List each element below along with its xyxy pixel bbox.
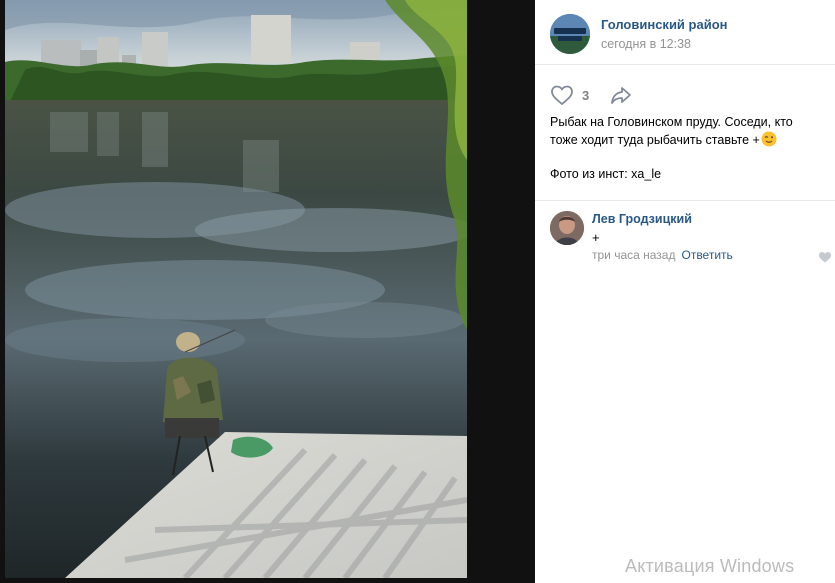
post-photo[interactable] <box>5 0 467 578</box>
like-count: 3 <box>582 87 590 103</box>
user-avatar-image <box>550 211 584 245</box>
small-heart-icon[interactable] <box>818 251 832 263</box>
post-date[interactable]: сегодня в 12:38 <box>601 37 691 51</box>
wink-emoji-icon <box>761 131 777 147</box>
comment-time[interactable]: три часа назад <box>592 248 675 262</box>
reply-button[interactable]: Ответить <box>681 248 732 262</box>
post-actions: 3 <box>550 84 633 106</box>
windows-activation-watermark: Активация Windows <box>625 556 795 576</box>
comment-text: + <box>592 230 600 245</box>
group-logo-icon <box>550 14 590 54</box>
comment-author-link[interactable]: Лев Гродзицкий <box>592 212 692 226</box>
photo-viewer <box>0 0 535 583</box>
group-avatar[interactable] <box>550 14 590 54</box>
fisherman-pond-photo <box>5 0 467 578</box>
post-text-content: Рыбак на Головинском пруду. Соседи, кто … <box>550 115 793 147</box>
post-header: Головинский район сегодня в 12:38 <box>535 0 835 65</box>
post-panel: Головинский район сегодня в 12:38 3 Рыба… <box>535 0 835 583</box>
comment-item: Лев Гродзицкий + три часа назад Ответить <box>550 211 831 271</box>
share-arrow-icon[interactable] <box>609 84 633 106</box>
comment-avatar[interactable] <box>550 211 584 245</box>
post-text: Рыбак на Головинском пруду. Соседи, кто … <box>550 114 820 149</box>
group-name-link[interactable]: Головинский район <box>601 17 728 32</box>
heart-outline-icon[interactable] <box>550 84 574 106</box>
comment-meta: три часа назад Ответить <box>592 248 733 262</box>
comments-section: Лев Гродзицкий + три часа назад Ответить <box>535 200 835 583</box>
post-source: Фото из инст: xa_le <box>550 167 662 181</box>
